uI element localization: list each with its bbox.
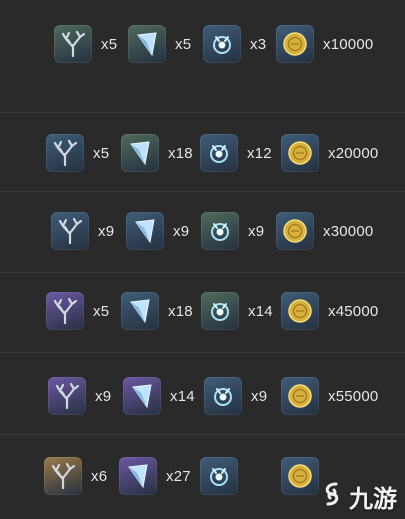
watermark-text: 九游 [349, 486, 397, 513]
material-quantity: x14 [248, 302, 273, 320]
material-quantity: x5 [93, 302, 110, 320]
material-quantity: x10000 [323, 35, 374, 53]
crystal-shard-icon [126, 212, 164, 250]
material-item: x14 [123, 377, 195, 415]
crystal-shard-icon [123, 377, 161, 415]
material-item [200, 457, 247, 495]
material-quantity: x9 [95, 387, 112, 405]
crystal-shard-icon [121, 292, 159, 330]
coral-branch-icon [48, 377, 86, 415]
coral-branch-icon [54, 25, 92, 63]
material-quantity: x18 [168, 302, 193, 320]
spirit-orb-icon [204, 377, 242, 415]
material-quantity: x5 [175, 35, 192, 53]
material-item: x5 [46, 292, 109, 330]
material-item: x5 [54, 25, 117, 63]
material-quantity: x45000 [328, 302, 379, 320]
material-item: x9 [48, 377, 111, 415]
material-item: x45000 [281, 292, 378, 330]
material-quantity: x27 [166, 467, 191, 485]
material-quantity: x9 [248, 222, 265, 240]
material-item: x6 [44, 457, 107, 495]
material-item: x27 [119, 457, 191, 495]
material-item: x3 [203, 25, 266, 63]
material-quantity: x9 [251, 387, 268, 405]
material-quantity: x14 [170, 387, 195, 405]
mora-coin-icon [281, 134, 319, 172]
material-quantity: x9 [173, 222, 190, 240]
material-item: x30000 [276, 212, 373, 250]
coral-branch-icon [44, 457, 82, 495]
material-item: x55000 [281, 377, 378, 415]
material-item: x5 [46, 134, 109, 172]
material-item: x20000 [281, 134, 378, 172]
material-quantity: x6 [91, 467, 108, 485]
material-item: x9 [204, 377, 267, 415]
material-quantity: x30000 [323, 222, 374, 240]
spirit-orb-icon [200, 134, 238, 172]
mora-coin-icon [281, 377, 319, 415]
material-item: x10000 [276, 25, 373, 63]
material-quantity: x18 [168, 144, 193, 162]
coral-branch-icon [46, 134, 84, 172]
coral-branch-icon [46, 292, 84, 330]
material-item: x18 [121, 134, 193, 172]
material-item: x5 [128, 25, 191, 63]
material-row: x9 x9 x9 x30000 [0, 191, 405, 273]
mora-coin-icon [276, 212, 314, 250]
material-row: x5 x5 x3 x10000 [0, 0, 405, 112]
material-quantity: x5 [101, 35, 118, 53]
material-quantity: x55000 [328, 387, 379, 405]
material-quantity: x20000 [328, 144, 379, 162]
material-quantity: x3 [250, 35, 267, 53]
material-row: x5 x18 x12 x20000 [0, 112, 405, 192]
mora-coin-icon [276, 25, 314, 63]
spirit-orb-icon [201, 212, 239, 250]
jiuyou-logo-icon [319, 481, 345, 512]
crystal-shard-icon [119, 457, 157, 495]
material-item: x9 [201, 212, 264, 250]
crystal-shard-icon [121, 134, 159, 172]
material-item: x9 [126, 212, 189, 250]
material-row: x9 x14 x9 x55000 [0, 352, 405, 435]
coral-branch-icon [51, 212, 89, 250]
material-quantity: x12 [247, 144, 272, 162]
material-row: x5 x18 x14 x45000 [0, 272, 405, 353]
mora-coin-icon [281, 457, 319, 495]
material-quantity: x9 [98, 222, 115, 240]
spirit-orb-icon [200, 457, 238, 495]
spirit-orb-icon [201, 292, 239, 330]
material-item: x12 [200, 134, 272, 172]
crystal-shard-icon [128, 25, 166, 63]
material-quantity: x5 [93, 144, 110, 162]
material-item: x9 [51, 212, 114, 250]
spirit-orb-icon [203, 25, 241, 63]
material-item: x14 [201, 292, 273, 330]
material-item: x18 [121, 292, 193, 330]
mora-coin-icon [281, 292, 319, 330]
watermark: 九游 [319, 479, 397, 514]
